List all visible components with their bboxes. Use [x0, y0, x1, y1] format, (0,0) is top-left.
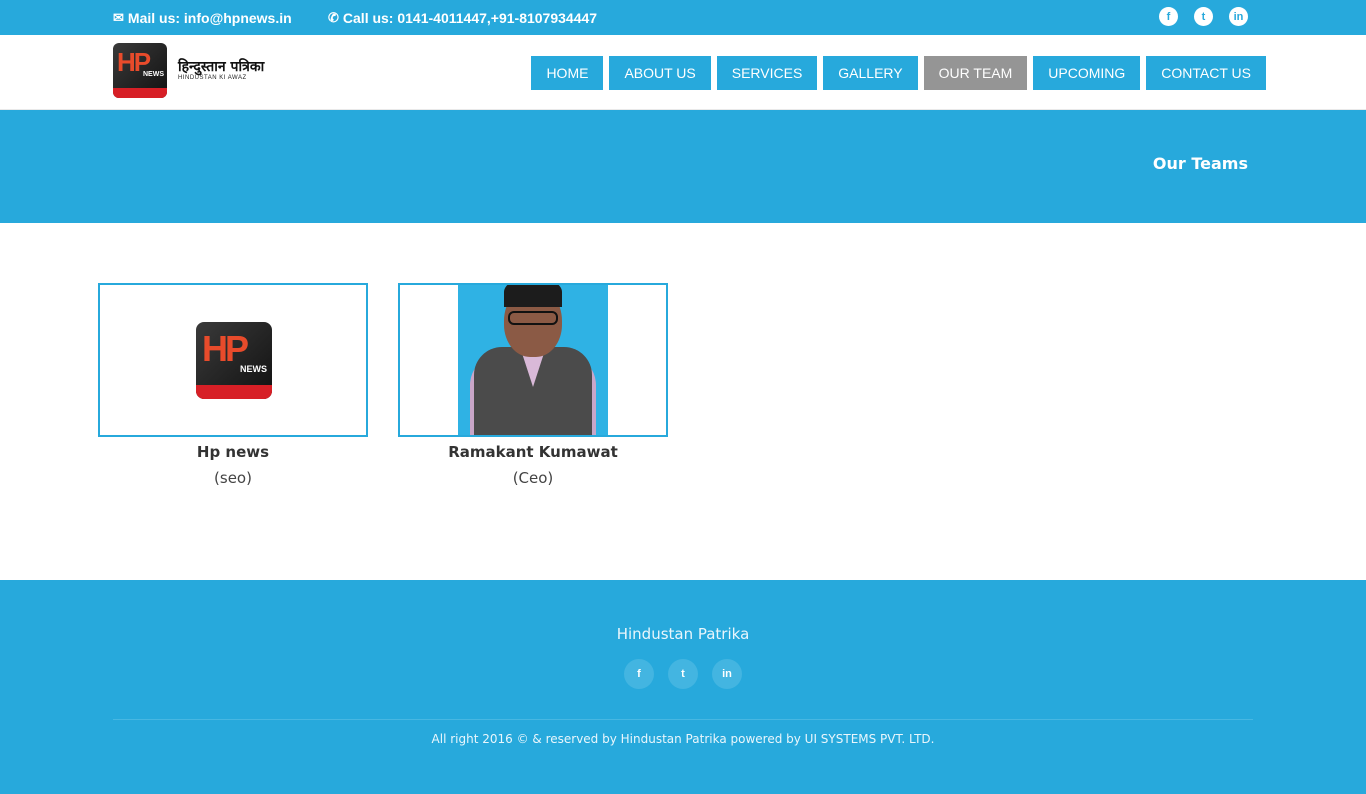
site-header: HP NEWS हिन्दुस्तान पत्रिका HINDUSTAN KI…	[0, 35, 1366, 110]
logo-news-text: NEWS	[143, 70, 164, 78]
mini-logo-strip	[196, 385, 272, 399]
team-member-name: Hp news	[196, 443, 270, 461]
team-member-image[interactable]	[398, 283, 668, 437]
logo-text: हिन्दुस्तान पत्रिका HINDUSTAN KI AWAZ	[178, 59, 264, 81]
photo-hair	[504, 285, 562, 307]
nav-contact-us[interactable]: CONTACT US	[1146, 56, 1266, 90]
photo-glasses	[508, 311, 558, 325]
main-nav: HOME ABOUT US SERVICES GALLERY OUR TEAM …	[531, 56, 1266, 90]
facebook-icon[interactable]: f	[624, 659, 654, 689]
page-banner: Our Teams	[0, 110, 1366, 223]
logo-hindi-title: हिन्दुस्तान पत्रिका	[178, 59, 265, 75]
hp-news-logo-image: HP NEWS	[196, 322, 272, 399]
mail-text: Mail us: info@hpnews.in	[127, 9, 292, 26]
linkedin-icon[interactable]: in	[1229, 7, 1248, 26]
top-bar: ✉ Mail us: info@hpnews.in ✆ Call us: 014…	[0, 0, 1366, 35]
facebook-icon[interactable]: f	[1159, 7, 1178, 26]
team-member-name: Ramakant Kumawat	[448, 443, 618, 461]
site-logo[interactable]: HP NEWS हिन्दुस्तान पत्रिका HINDUSTAN KI…	[113, 42, 273, 98]
nav-gallery[interactable]: GALLERY	[823, 56, 918, 90]
linkedin-icon[interactable]: in	[712, 659, 742, 689]
person-photo	[458, 285, 608, 435]
footer-copyright: All right 2016 © & reserved by Hindustan…	[431, 732, 935, 746]
footer-social-links: f t in	[624, 659, 742, 689]
nav-upcoming[interactable]: UPCOMING	[1033, 56, 1141, 90]
nav-home[interactable]: HOME	[531, 56, 604, 90]
envelope-icon: ✉	[113, 9, 124, 25]
twitter-icon[interactable]: t	[1194, 7, 1213, 26]
call-contact[interactable]: ✆ Call us: 0141-4011447,+91-8107934447	[328, 0, 597, 35]
nav-about-us[interactable]: ABOUT US	[609, 56, 711, 90]
team-member-role: (Ceo)	[512, 469, 554, 487]
site-footer: Hindustan Patrika f t in All right 2016 …	[0, 580, 1366, 794]
mail-contact[interactable]: ✉ Mail us: info@hpnews.in	[113, 0, 292, 35]
footer-divider	[113, 719, 1253, 720]
twitter-icon[interactable]: t	[668, 659, 698, 689]
team-member-image[interactable]: HP NEWS	[98, 283, 368, 437]
top-social-links: f t in	[1159, 7, 1248, 26]
logo-subtitle: HINDUSTAN KI AWAZ	[178, 75, 247, 81]
footer-brand: Hindustan Patrika	[616, 625, 750, 643]
nav-our-team[interactable]: OUR TEAM	[923, 56, 1028, 90]
logo-badge: HP NEWS	[113, 42, 167, 98]
call-text: Call us: 0141-4011447,+91-8107934447	[342, 9, 598, 26]
team-grid: HP NEWS Hp news (seo) Ramakant Kumawat (…	[98, 283, 668, 487]
nav-services[interactable]: SERVICES	[716, 56, 818, 90]
team-member-card: HP NEWS Hp news (seo)	[98, 283, 368, 487]
mini-logo-news-text: NEWS	[240, 364, 267, 374]
team-member-card: Ramakant Kumawat (Ceo)	[398, 283, 668, 487]
page-title: Our Teams	[1152, 154, 1248, 173]
logo-strip	[113, 87, 167, 98]
team-member-role: (seo)	[214, 469, 252, 487]
phone-icon: ✆	[328, 9, 339, 25]
